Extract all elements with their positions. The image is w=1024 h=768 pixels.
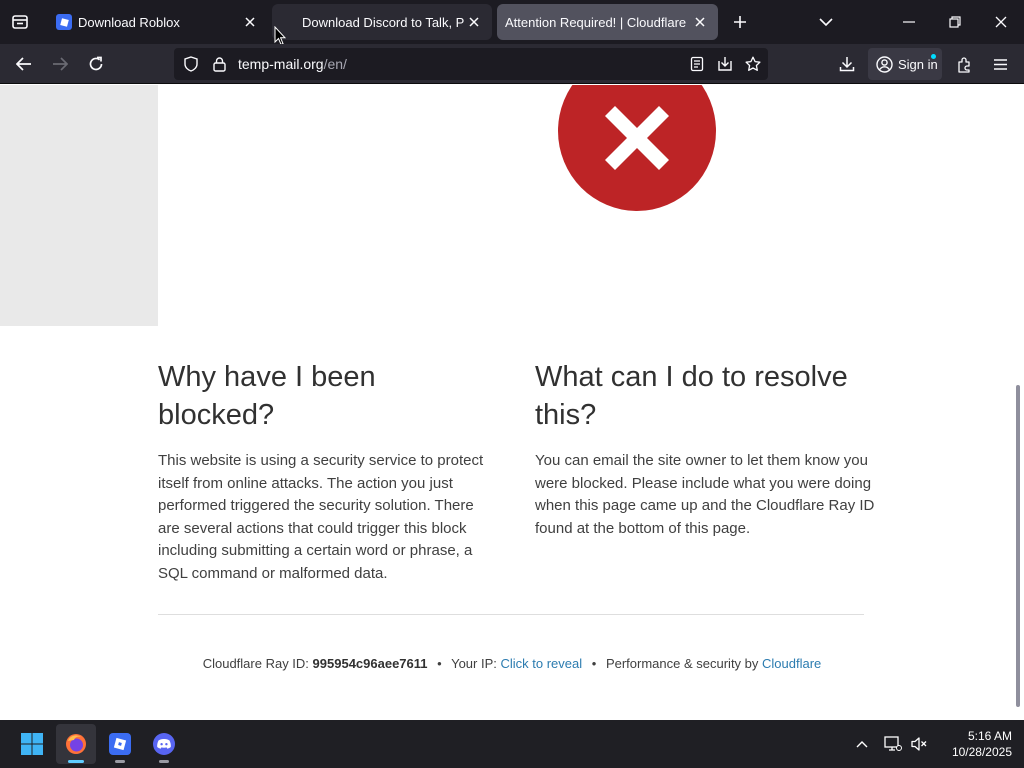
tab-cloudflare[interactable]: Attention Required! | Cloudflare xyxy=(497,4,718,40)
tab-title: Download Roblox xyxy=(78,14,180,30)
address-bar[interactable]: temp-mail.org/en/ xyxy=(174,48,768,80)
running-indicator xyxy=(115,760,125,763)
ray-id-value: 995954c96aee7611 xyxy=(312,656,428,671)
chevron-down-icon[interactable] xyxy=(812,8,840,36)
mouse-cursor-icon xyxy=(274,26,286,46)
clock-time: 5:16 AM xyxy=(967,729,1012,743)
forward-button[interactable] xyxy=(44,48,76,80)
firefox-icon xyxy=(66,734,86,754)
menu-button[interactable] xyxy=(984,48,1016,80)
discord-icon xyxy=(153,733,175,755)
cloudflare-link[interactable]: Cloudflare xyxy=(762,656,821,671)
url-path: /en/ xyxy=(323,56,347,72)
start-button[interactable] xyxy=(12,724,52,764)
why-blocked-heading: Why have I been blocked? xyxy=(158,361,376,431)
url-text: temp-mail.org/en/ xyxy=(238,56,347,72)
account-icon xyxy=(876,55,893,73)
bookmark-star-icon[interactable] xyxy=(742,53,764,75)
close-icon[interactable] xyxy=(240,12,260,32)
tab-roblox[interactable]: Download Roblox xyxy=(44,4,268,40)
taskbar: 5:16 AM 10/28/2025 xyxy=(0,720,1024,768)
shield-icon[interactable] xyxy=(180,53,202,75)
firefox-view-icon[interactable] xyxy=(6,8,34,36)
close-icon[interactable] xyxy=(464,12,484,32)
performance-label: Performance & security by xyxy=(605,656,759,671)
new-tab-button[interactable] xyxy=(726,8,754,36)
cloudflare-footer: Cloudflare Ray ID: 995954c96aee7611 • Yo… xyxy=(0,656,1024,671)
windows-icon xyxy=(21,733,43,755)
back-button[interactable] xyxy=(8,48,40,80)
running-indicator xyxy=(159,760,169,763)
network-icon[interactable] xyxy=(881,732,905,756)
close-icon[interactable] xyxy=(690,12,710,32)
nav-toolbar: temp-mail.org/en/ Sign in xyxy=(0,44,1024,84)
taskbar-discord[interactable] xyxy=(144,724,184,764)
resolve-text: You can email the site owner to let them… xyxy=(535,452,875,537)
separator-dot: • xyxy=(437,656,442,671)
left-panel xyxy=(0,85,158,326)
volume-muted-icon[interactable] xyxy=(907,732,931,756)
reader-view-icon[interactable] xyxy=(686,53,708,75)
tab-title: Download Discord to Talk, Play, and Hang… xyxy=(302,14,464,30)
ray-id-label: Cloudflare Ray ID: xyxy=(202,656,309,671)
active-indicator xyxy=(68,760,84,763)
minimize-button[interactable] xyxy=(886,0,932,44)
system-clock[interactable]: 5:16 AM 10/28/2025 xyxy=(936,728,1012,760)
taskbar-firefox[interactable] xyxy=(56,724,96,764)
separator-dot: • xyxy=(591,656,597,671)
url-host: temp-mail.org xyxy=(238,56,324,72)
clock-date: 10/28/2025 xyxy=(951,745,1012,759)
reload-button[interactable] xyxy=(80,48,112,80)
taskbar-roblox[interactable] xyxy=(100,724,140,764)
resolve-heading: What can I do to resolve this? xyxy=(535,361,848,431)
notification-dot xyxy=(931,54,936,59)
tab-bar: Download Roblox Download Discord to Talk… xyxy=(0,0,1024,46)
extensions-button[interactable] xyxy=(948,48,980,80)
roblox-icon xyxy=(109,733,131,755)
close-window-button[interactable] xyxy=(978,0,1024,44)
divider xyxy=(158,614,864,615)
scrollbar[interactable] xyxy=(1016,385,1020,707)
ip-label: Your IP: xyxy=(451,656,497,671)
restore-button[interactable] xyxy=(932,0,978,44)
chevron-up-icon[interactable] xyxy=(850,732,874,756)
lock-icon[interactable] xyxy=(208,53,230,75)
reveal-ip-link[interactable]: Click to reveal xyxy=(501,656,583,671)
page-content: Why have I been blocked? What can I do t… xyxy=(0,85,1024,720)
save-to-pocket-icon[interactable] xyxy=(714,53,736,75)
tab-title: Attention Required! | Cloudflare xyxy=(505,14,687,30)
error-icon xyxy=(558,85,716,211)
tab-discord[interactable]: Download Discord to Talk, Play, and Hang… xyxy=(272,4,492,40)
downloads-button[interactable] xyxy=(831,48,863,80)
why-blocked-text: This website is using a security service… xyxy=(158,452,484,582)
sign-in-button[interactable]: Sign in xyxy=(868,48,942,80)
roblox-icon xyxy=(56,14,72,30)
